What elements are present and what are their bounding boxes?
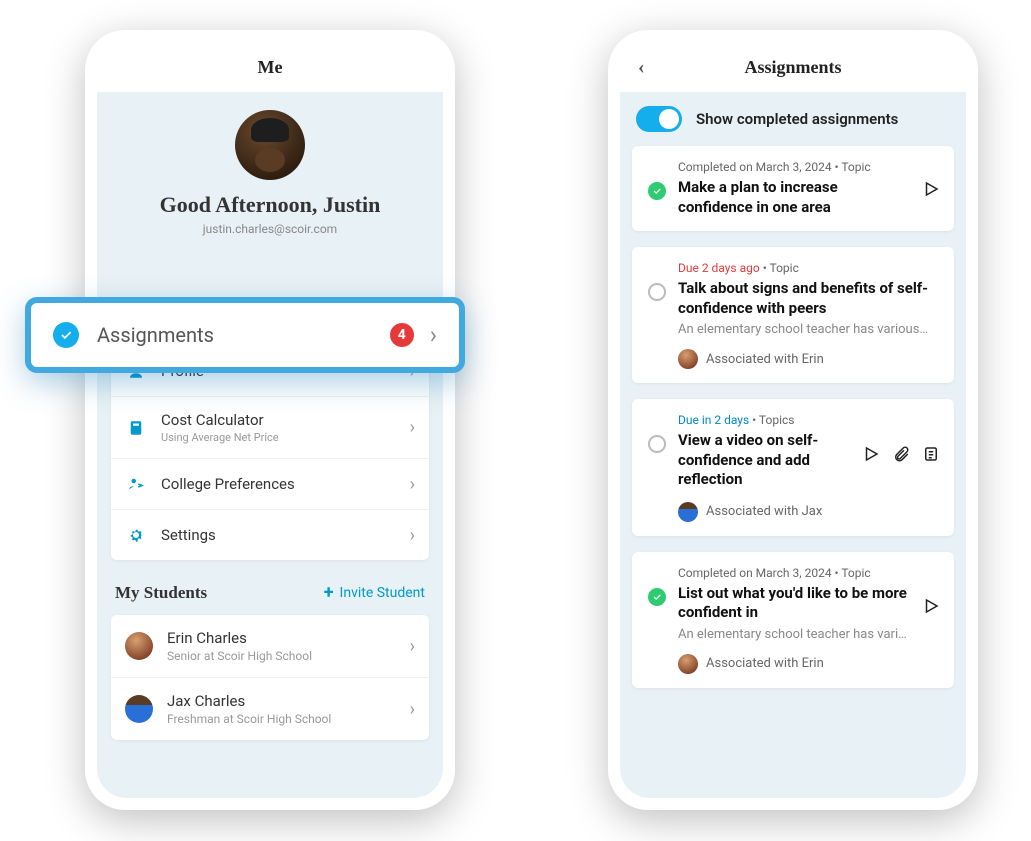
card-description: An elementary school teacher has vari… [678, 627, 940, 642]
avatar[interactable] [235, 110, 305, 180]
status-open-icon [648, 283, 666, 301]
student-list: Erin Charles Senior at Scoir High School… [111, 615, 429, 740]
menu-item-college-preferences[interactable]: College Preferences › [111, 459, 429, 510]
show-completed-toggle[interactable] [636, 106, 682, 132]
card-meta: Completed on March 3, 2024 • Topic [678, 160, 940, 174]
avatar [678, 502, 698, 522]
card-meta: Completed on March 3, 2024 • Topic [678, 566, 940, 580]
toggle-row: Show completed assignments [620, 92, 966, 146]
student-sublabel: Freshman at Scoir High School [167, 712, 410, 726]
menu-sublabel: Using Average Net Price [161, 431, 410, 444]
invite-student-button[interactable]: + Invite Student [324, 582, 425, 603]
phone-me-screen: Me Good Afternoon, Justin justin.charles… [85, 30, 455, 810]
menu-label: College Preferences [161, 475, 410, 493]
card-title: List out what you'd like to be more conf… [678, 584, 940, 623]
back-button[interactable]: ‹ [638, 56, 645, 79]
page-title: Assignments [744, 57, 841, 78]
play-icon[interactable] [862, 445, 880, 463]
chevron-right-icon: › [410, 417, 415, 438]
card-title: Talk about signs and benefits of self-co… [678, 279, 940, 318]
status-done-icon [648, 182, 666, 200]
assignments-badge: 4 [390, 323, 414, 347]
phone-assignments-screen: ‹ Assignments Show completed assignments… [608, 30, 978, 810]
card-meta: Due 2 days ago • Topic [678, 261, 940, 275]
header-bar: ‹ Assignments [620, 42, 966, 92]
note-icon[interactable] [922, 445, 940, 463]
avatar [125, 695, 153, 723]
assignment-card[interactable]: Due in 2 days • TopicsView a video on se… [632, 399, 954, 536]
student-item-jax[interactable]: Jax Charles Freshman at Scoir High Schoo… [111, 678, 429, 740]
my-students-header: My Students [115, 583, 207, 603]
student-item-erin[interactable]: Erin Charles Senior at Scoir High School… [111, 615, 429, 678]
menu-item-cost-calculator[interactable]: Cost Calculator Using Average Net Price … [111, 397, 429, 459]
header-bar: Me [97, 42, 443, 92]
invite-label: Invite Student [340, 585, 425, 601]
play-icon[interactable] [922, 180, 940, 198]
chevron-right-icon: › [410, 636, 415, 657]
avatar [678, 654, 698, 674]
assignment-card[interactable]: Completed on March 3, 2024 • Topic List o… [632, 552, 954, 688]
status-done-icon [648, 588, 666, 606]
card-meta: Due in 2 days • Topics [678, 413, 940, 427]
chevron-right-icon: › [410, 699, 415, 720]
play-icon[interactable] [922, 597, 940, 615]
chevron-right-icon: › [410, 474, 415, 495]
card-association: Associated with Erin [678, 349, 940, 369]
toggle-label: Show completed assignments [696, 110, 898, 128]
preferences-icon [125, 473, 147, 495]
card-association: Associated with Erin [678, 654, 940, 674]
status-open-icon [648, 435, 666, 453]
menu-label: Cost Calculator [161, 411, 410, 429]
card-description: An elementary school teacher has various… [678, 322, 940, 337]
card-association: Associated with Jax [678, 502, 940, 522]
menu-list: Profile › Cost Calculator Using Average … [111, 346, 429, 560]
avatar [678, 349, 698, 369]
card-title: Make a plan to increase confidence in on… [678, 178, 940, 217]
menu-item-assignments-highlight[interactable]: Assignments 4 › [25, 297, 465, 373]
assignment-list: Completed on March 3, 2024 • Topic Make a… [620, 146, 966, 688]
menu-label: Settings [161, 526, 410, 544]
menu-item-settings[interactable]: Settings › [111, 510, 429, 560]
calculator-icon [125, 417, 147, 439]
chevron-right-icon: › [430, 321, 437, 349]
chevron-right-icon: › [410, 525, 415, 546]
paperclip-icon[interactable] [892, 445, 910, 463]
assignments-label: Assignments [97, 323, 390, 347]
gear-icon [125, 524, 147, 546]
page-title: Me [258, 57, 283, 78]
assignment-card[interactable]: Due 2 days ago • Topic Talk about signs a… [632, 247, 954, 383]
avatar [125, 632, 153, 660]
check-circle-icon [53, 322, 79, 348]
profile-section: Good Afternoon, Justin justin.charles@sc… [97, 92, 443, 262]
greeting-text: Good Afternoon, Justin [97, 192, 443, 218]
assignment-card[interactable]: Completed on March 3, 2024 • Topic Make a… [632, 146, 954, 231]
plus-icon: + [324, 582, 334, 603]
student-name: Jax Charles [167, 692, 410, 710]
student-sublabel: Senior at Scoir High School [167, 649, 410, 663]
user-email: justin.charles@scoir.com [97, 222, 443, 236]
student-name: Erin Charles [167, 629, 410, 647]
